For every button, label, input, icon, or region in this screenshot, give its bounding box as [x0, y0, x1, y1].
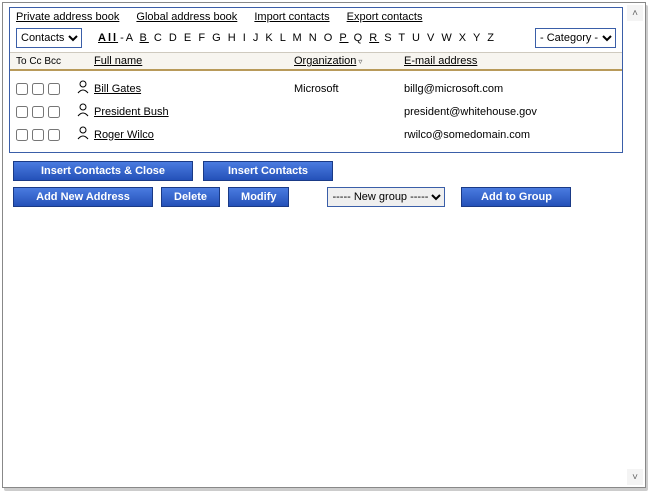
button-row-2: Add New Address Delete Modify ----- New …: [9, 187, 623, 207]
link-export-contacts[interactable]: Export contacts: [347, 11, 423, 23]
link-global-book[interactable]: Global address book: [136, 11, 237, 23]
sort-indicator-icon: ▿: [358, 57, 362, 66]
link-private-book[interactable]: Private address book: [16, 11, 119, 23]
contacts-select[interactable]: Contacts: [16, 28, 82, 48]
scroll-down-icon[interactable]: ˅: [627, 469, 643, 485]
group-select[interactable]: ----- New group -----: [327, 187, 445, 207]
filter-row: Contacts All-A B C D E F G H I J K L M N…: [10, 25, 622, 52]
person-icon: [76, 103, 90, 117]
app-frame: ˄ ˅ Private address book Global address …: [2, 2, 646, 488]
table-row: President Bush president@whitehouse.gov: [10, 100, 622, 123]
insert-contacts-close-button[interactable]: Insert Contacts & Close: [13, 161, 193, 181]
grid-header: To Cc Bcc Full name Organization▿ E-mail…: [10, 52, 622, 71]
contact-name-link[interactable]: Roger Wilco: [94, 129, 154, 141]
button-row-1: Insert Contacts & Close Insert Contacts: [9, 161, 623, 181]
table-row: Bill Gates Microsoft billg@microsoft.com: [10, 77, 622, 100]
delete-button[interactable]: Delete: [161, 187, 220, 207]
person-icon: [76, 80, 90, 94]
header-organization[interactable]: Organization: [294, 55, 356, 67]
person-icon: [76, 126, 90, 140]
contact-name-link[interactable]: Bill Gates: [94, 83, 141, 95]
contact-org: Microsoft: [294, 83, 404, 95]
top-links: Private address book Global address book…: [10, 8, 622, 25]
alpha-filter[interactable]: All-A B C D E F G H I J K L M N O P Q R …: [98, 32, 496, 44]
table-row: Roger Wilco rwilco@somedomain.com: [10, 123, 622, 146]
contact-name-link[interactable]: President Bush: [94, 106, 169, 118]
insert-contacts-button[interactable]: Insert Contacts: [203, 161, 333, 181]
bcc-checkbox[interactable]: [48, 129, 60, 141]
header-fullname[interactable]: Full name: [94, 55, 142, 67]
cc-checkbox[interactable]: [32, 106, 44, 118]
add-new-address-button[interactable]: Add New Address: [13, 187, 153, 207]
cc-checkbox[interactable]: [32, 83, 44, 95]
category-select[interactable]: - Category -: [535, 28, 616, 48]
scroll-up-icon[interactable]: ˄: [627, 5, 643, 21]
contacts-panel: Private address book Global address book…: [9, 7, 623, 153]
link-import-contacts[interactable]: Import contacts: [254, 11, 329, 23]
to-checkbox[interactable]: [16, 129, 28, 141]
header-email[interactable]: E-mail address: [404, 55, 477, 67]
to-checkbox[interactable]: [16, 83, 28, 95]
modify-button[interactable]: Modify: [228, 187, 289, 207]
bcc-checkbox[interactable]: [48, 83, 60, 95]
bcc-checkbox[interactable]: [48, 106, 60, 118]
contact-email: president@whitehouse.gov: [404, 106, 616, 118]
contact-email: rwilco@somedomain.com: [404, 129, 616, 141]
grid-body: Bill Gates Microsoft billg@microsoft.com…: [10, 71, 622, 152]
contact-email: billg@microsoft.com: [404, 83, 616, 95]
cc-checkbox[interactable]: [32, 129, 44, 141]
to-checkbox[interactable]: [16, 106, 28, 118]
add-to-group-button[interactable]: Add to Group: [461, 187, 571, 207]
header-checks: To Cc Bcc: [16, 56, 76, 67]
